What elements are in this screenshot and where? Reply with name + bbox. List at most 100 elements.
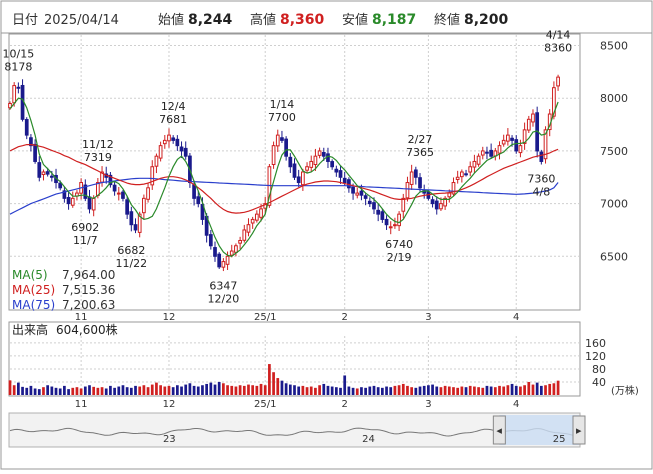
annotation-date: 1/14 bbox=[270, 98, 295, 111]
navigator-window[interactable] bbox=[499, 415, 579, 445]
candle-body bbox=[342, 177, 347, 184]
candle-body bbox=[418, 177, 422, 189]
volume-bar bbox=[539, 385, 543, 395]
candle-body bbox=[501, 139, 506, 145]
volume-bar bbox=[464, 387, 468, 395]
candle-body bbox=[397, 213, 401, 227]
legend-ma25-label: MA(25) bbox=[12, 283, 55, 297]
annotation-date: 11/7 bbox=[73, 234, 98, 247]
candle-body bbox=[96, 182, 100, 197]
candle-body bbox=[518, 145, 523, 154]
high-label: 高値 bbox=[250, 12, 276, 28]
candle-body bbox=[271, 145, 276, 166]
volume-bar bbox=[92, 386, 96, 395]
volume-bar bbox=[33, 388, 37, 395]
annotation-value: 6902 bbox=[71, 221, 99, 234]
volume-bar bbox=[406, 385, 409, 395]
month-tick-label: 25/1 bbox=[254, 312, 276, 323]
candle-body bbox=[351, 186, 355, 194]
candle-body bbox=[388, 226, 393, 229]
volume-bar bbox=[213, 384, 217, 395]
volume-bar bbox=[63, 385, 66, 395]
candle-body bbox=[58, 182, 63, 189]
candle-body bbox=[183, 147, 188, 157]
volume-unit: (万株) bbox=[611, 384, 639, 397]
volume-bar bbox=[109, 385, 112, 395]
volume-tick-label: 120 bbox=[585, 350, 606, 363]
period-navigator[interactable]: 23 24 25 ◂ ▸ bbox=[8, 412, 586, 448]
volume-bar bbox=[347, 386, 351, 395]
volume-bar bbox=[180, 386, 183, 395]
volume-bar bbox=[188, 383, 192, 395]
high-value: 8,360 bbox=[280, 12, 325, 28]
volume-bar bbox=[155, 382, 158, 395]
month-tick-label: 12 bbox=[163, 399, 176, 410]
volume-bar bbox=[100, 387, 104, 395]
volume-tick-label: 80 bbox=[592, 363, 606, 376]
candle-body bbox=[225, 255, 230, 265]
outer-border bbox=[0, 0, 653, 470]
price-tick-label: 8500 bbox=[600, 40, 628, 53]
annotation-value: 7360 bbox=[527, 173, 555, 186]
volume-bar bbox=[473, 386, 476, 395]
chevron-right-icon: ▸ bbox=[576, 424, 582, 437]
volume-bar bbox=[138, 386, 142, 395]
volume-bar bbox=[339, 387, 342, 395]
candle-body bbox=[246, 224, 251, 233]
volume-bar bbox=[67, 389, 70, 395]
volume-bar bbox=[535, 382, 539, 395]
volume-bar bbox=[334, 387, 338, 395]
month-tick-label: 25/1 bbox=[254, 399, 276, 410]
volume-bar bbox=[268, 364, 271, 395]
ma-legend: MA(5) 7,964.00 MA(25) 7,515.36 MA(75) 7,… bbox=[12, 268, 115, 312]
volume-bar bbox=[25, 387, 29, 395]
volume-bar bbox=[125, 387, 129, 395]
candle-body bbox=[142, 197, 146, 214]
month-tick-label: 3 bbox=[425, 312, 431, 323]
annotation-value: 7365 bbox=[406, 146, 434, 159]
volume-bar bbox=[364, 387, 367, 395]
annotation-date: 12/20 bbox=[208, 292, 240, 305]
close-value: 8,200 bbox=[464, 12, 509, 28]
chart-canvas: 日付 2025/04/14 始値 8,244 高値 8,360 安値 8,187… bbox=[0, 0, 653, 470]
volume-bar bbox=[75, 387, 79, 395]
volume-bar bbox=[50, 386, 54, 395]
volume-bar bbox=[452, 387, 455, 395]
navigator-year-label: 25 bbox=[553, 434, 566, 445]
volume-bar bbox=[355, 388, 359, 395]
price-tick-label: 7000 bbox=[600, 198, 628, 211]
volume-bar bbox=[381, 387, 384, 395]
candle-body bbox=[434, 200, 439, 210]
candle-body bbox=[125, 199, 130, 215]
candle-body bbox=[409, 171, 414, 185]
candle-body bbox=[317, 150, 322, 156]
candle-body bbox=[296, 176, 301, 184]
volume-bar bbox=[498, 385, 501, 395]
candle-body bbox=[154, 155, 159, 167]
volume-bar bbox=[255, 385, 259, 395]
price-tick-label: 6500 bbox=[600, 250, 628, 263]
candle-body bbox=[413, 169, 418, 178]
volume-bar bbox=[121, 385, 125, 395]
annotation-date: 4/8 bbox=[532, 186, 550, 199]
volume-bar bbox=[167, 385, 171, 395]
volume-bar bbox=[510, 383, 514, 395]
volume-bar bbox=[263, 385, 267, 395]
volume-bar bbox=[372, 385, 376, 395]
volume-bar bbox=[58, 388, 62, 395]
candle-body bbox=[489, 149, 493, 157]
volume-bar bbox=[368, 386, 372, 395]
stock-chart-window: 日付 2025/04/14 始値 8,244 高値 8,360 安値 8,187… bbox=[0, 0, 653, 470]
volume-bar bbox=[21, 386, 24, 395]
candle-body bbox=[380, 211, 385, 220]
candle-body bbox=[167, 134, 171, 142]
volume-bar bbox=[238, 385, 242, 395]
volume-bar bbox=[171, 387, 175, 395]
volume-bar bbox=[129, 387, 133, 395]
volume-value: 604,600株 bbox=[56, 322, 118, 337]
volume-bar bbox=[259, 383, 263, 395]
volume-bar bbox=[96, 387, 100, 395]
candle-body bbox=[526, 118, 531, 131]
candle-body bbox=[376, 209, 381, 215]
volume-bar bbox=[196, 386, 200, 395]
